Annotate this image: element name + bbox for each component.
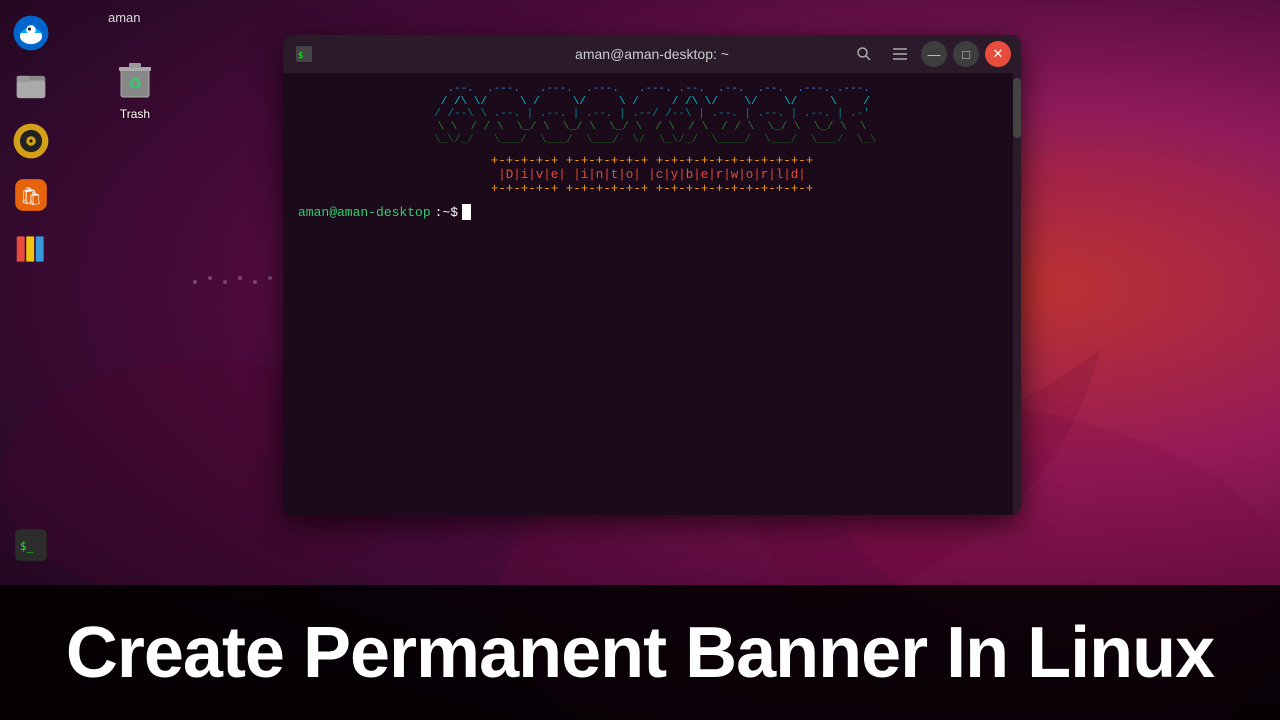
svg-text:♻: ♻ (128, 76, 142, 93)
search-button[interactable] (849, 39, 879, 69)
terminal-titlebar: $ aman@aman-desktop: ~ (283, 35, 1021, 73)
terminal-tab-icon: $ (293, 43, 315, 65)
trash-icon-img: ♻ (111, 55, 159, 103)
close-button[interactable]: ✕ (985, 41, 1011, 67)
table-art: +-+-+-+-+ +-+-+-+-+-+ +-+-+-+-+-+-+-+-+-… (298, 154, 1006, 196)
svg-text:$: $ (298, 51, 303, 61)
username-label: aman (108, 10, 141, 25)
dock-item-rhythmbox[interactable] (6, 116, 56, 166)
trash-icon[interactable]: ♻ Trash (95, 55, 175, 121)
prompt-cursor (462, 204, 471, 220)
terminal-scrollbar[interactable] (1013, 73, 1021, 515)
prompt-line: aman@aman-desktop :~$ (298, 204, 1006, 220)
prompt-user: aman@aman-desktop (298, 205, 431, 220)
svg-text:🛍: 🛍 (20, 186, 42, 206)
terminal-window: $ aman@aman-desktop: ~ (283, 35, 1021, 515)
hamburger-button[interactable] (885, 39, 915, 69)
banner-art: .--. .---. .---. .---. .---. .--. .--. .… (298, 83, 1006, 146)
dock-item-calibre[interactable] (6, 224, 56, 274)
dock-item-appstore[interactable]: 🛍 (6, 170, 56, 220)
maximize-button[interactable]: □ (953, 41, 979, 67)
titlebar-right: — □ ✕ (849, 39, 1011, 69)
trash-label: Trash (120, 107, 150, 121)
minimize-button[interactable]: — (921, 41, 947, 67)
bottom-text-content: Create Permanent Banner In Linux (66, 617, 1214, 689)
svg-text:$_: $_ (20, 540, 34, 553)
dock-item-terminal[interactable]: $_ (6, 520, 56, 570)
prompt-dollar: :~$ (435, 205, 458, 220)
titlebar-left: $ (293, 43, 315, 65)
bottom-text-bar: Create Permanent Banner In Linux (0, 585, 1280, 720)
dock-item-thunderbird[interactable] (6, 8, 56, 58)
terminal-body[interactable]: .--. .---. .---. .---. .---. .--. .--. .… (283, 73, 1021, 515)
terminal-scrollbar-thumb (1013, 78, 1021, 138)
dock: 🛍 $_ (0, 0, 62, 580)
dock-item-files[interactable] (6, 62, 56, 112)
terminal-title: aman@aman-desktop: ~ (575, 46, 729, 62)
desktop: aman (0, 0, 1280, 720)
